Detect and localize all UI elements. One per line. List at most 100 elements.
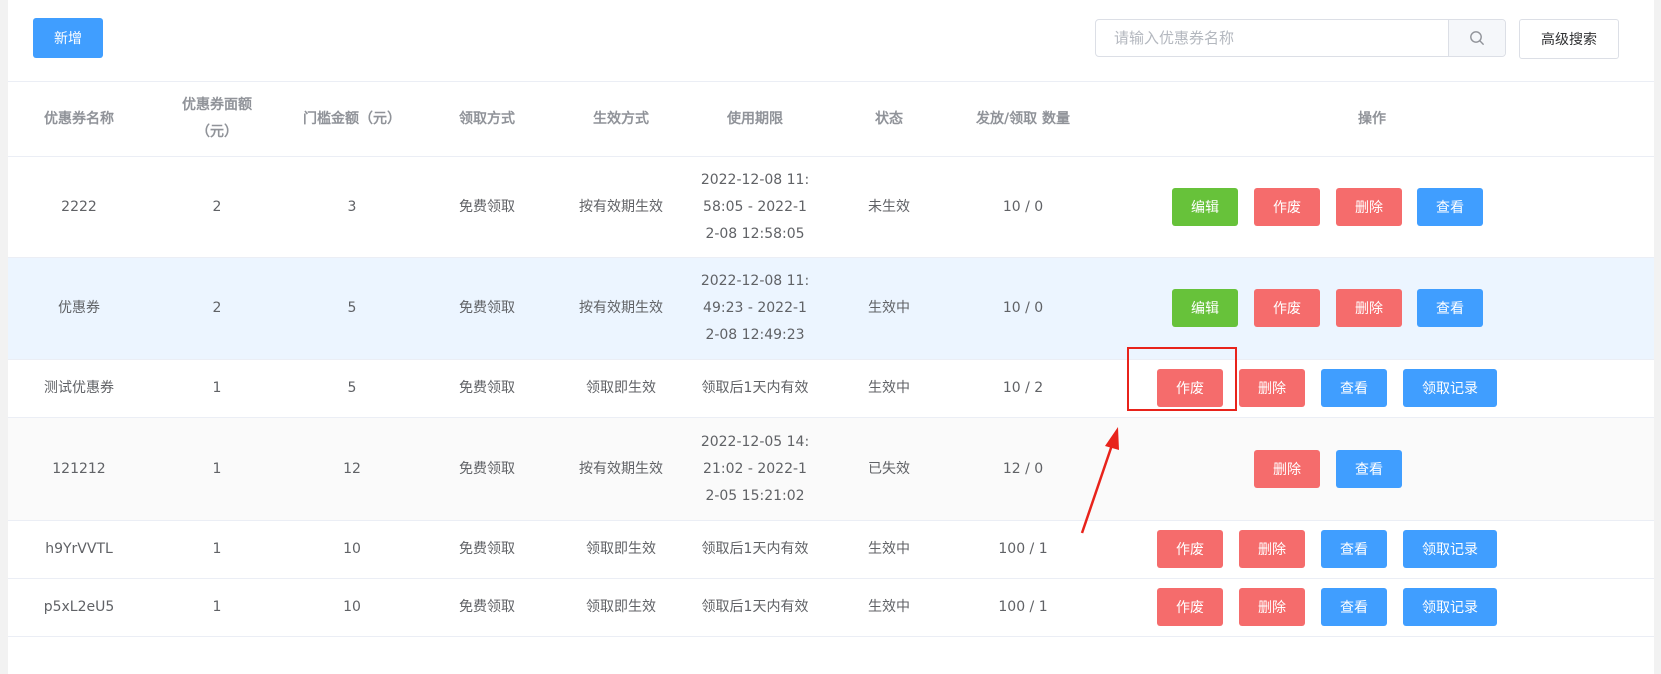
cell-receive-method: 免费领取	[459, 541, 515, 557]
delete-button[interactable]: 删除	[1239, 530, 1305, 568]
table-row: p5xL2eU5 1 10 免费领取 领取即生效 领取后1天内有效 生效中 10…	[8, 579, 1654, 637]
right-scroll-gutter	[1654, 0, 1661, 674]
view-button[interactable]: 查看	[1321, 530, 1387, 568]
table-row: 2222 2 3 免费领取 按有效期生效 2022-12-08 11:58:05…	[8, 157, 1654, 258]
cell-receive-method: 免费领取	[459, 198, 515, 215]
column-header-quantity: 发放/领取 数量	[976, 110, 1070, 127]
view-button[interactable]: 查看	[1321, 588, 1387, 626]
void-button[interactable]: 作废	[1157, 530, 1223, 568]
receive-records-button[interactable]: 领取记录	[1403, 369, 1497, 407]
search-input[interactable]	[1096, 20, 1450, 56]
view-button[interactable]: 查看	[1417, 188, 1483, 226]
cell-effect-method: 领取即生效	[586, 541, 656, 557]
cell-receive-method: 免费领取	[459, 380, 515, 396]
view-button[interactable]: 查看	[1417, 289, 1483, 327]
cell-status: 已失效	[868, 460, 910, 477]
cell-period: 领取后1天内有效	[701, 380, 809, 396]
view-button[interactable]: 查看	[1336, 450, 1402, 488]
cell-effect-method: 领取即生效	[586, 599, 656, 615]
cell-effect-method: 按有效期生效	[579, 198, 663, 215]
table-row: h9YrVVTL 1 10 免费领取 领取即生效 领取后1天内有效 生效中 10…	[8, 521, 1654, 579]
void-button[interactable]: 作废	[1157, 369, 1223, 407]
cell-face-value: 1	[212, 541, 222, 557]
cell-quantity: 100 / 1	[998, 541, 1048, 557]
table-row: 121212 1 12 免费领取 按有效期生效 2022-12-05 14:21…	[8, 418, 1654, 521]
cell-receive-method: 免费领取	[459, 300, 515, 316]
cell-receive-method: 免费领取	[459, 599, 515, 615]
cell-quantity: 100 / 1	[998, 599, 1048, 615]
delete-button[interactable]: 删除	[1254, 450, 1320, 488]
column-header-status: 状态	[875, 110, 903, 127]
column-header-receive-method: 领取方式	[459, 110, 515, 127]
cell-quantity: 10 / 2	[1002, 380, 1044, 396]
receive-records-button[interactable]: 领取记录	[1403, 588, 1497, 626]
cell-threshold: 10	[343, 599, 361, 615]
cell-period: 领取后1天内有效	[701, 599, 809, 615]
cell-receive-method: 免费领取	[459, 460, 515, 477]
cell-effect-method: 按有效期生效	[579, 300, 663, 316]
cell-name: 优惠券	[58, 300, 100, 316]
cell-effect-method: 领取即生效	[586, 380, 656, 396]
column-header-threshold: 门槛金额（元）	[303, 110, 401, 127]
cell-name: h9YrVVTL	[45, 541, 113, 557]
cell-face-value: 2	[212, 300, 222, 316]
add-coupon-button[interactable]: 新增	[33, 18, 103, 58]
cell-quantity: 10 / 0	[1002, 198, 1044, 215]
edit-button[interactable]: 编辑	[1172, 289, 1238, 327]
column-header-effect-method: 生效方式	[593, 110, 649, 127]
cell-threshold: 3	[347, 198, 357, 215]
toolbar: 新增 高级搜索	[8, 0, 1654, 82]
receive-records-button[interactable]: 领取记录	[1403, 530, 1497, 568]
cell-quantity: 12 / 0	[1002, 460, 1044, 477]
cell-period: 2022-12-08 11:58:05 - 2022-12-08 12:58:0…	[700, 171, 810, 242]
column-header-period: 使用期限	[727, 110, 783, 127]
delete-button[interactable]: 删除	[1336, 289, 1402, 327]
column-header-operations: 操作	[1358, 110, 1386, 127]
cell-operations: 删除 查看	[1090, 418, 1654, 520]
cell-threshold: 10	[343, 541, 361, 557]
cell-operations: 作废 删除 查看 领取记录	[1090, 360, 1654, 417]
column-header-face-value: 优惠券面额（元）	[182, 97, 252, 140]
cell-operations: 编辑 作废 删除 查看	[1090, 157, 1654, 257]
cell-name: p5xL2eU5	[43, 599, 115, 615]
void-button[interactable]: 作废	[1254, 289, 1320, 327]
cell-threshold: 5	[347, 380, 357, 396]
cell-operations: 作废 删除 查看 领取记录	[1090, 521, 1654, 578]
cell-name: 测试优惠券	[44, 380, 114, 396]
delete-button[interactable]: 删除	[1336, 188, 1402, 226]
search-button[interactable]	[1448, 20, 1505, 56]
cell-effect-method: 按有效期生效	[579, 460, 663, 477]
cell-status: 生效中	[868, 541, 910, 557]
edit-button[interactable]: 编辑	[1172, 188, 1238, 226]
table-header: 优惠券名称 优惠券面额（元） 门槛金额（元） 领取方式 生效方式 使用期限 状态…	[8, 82, 1654, 157]
view-button[interactable]: 查看	[1321, 369, 1387, 407]
cell-period: 2022-12-08 11:49:23 - 2022-12-08 12:49:2…	[700, 273, 810, 343]
cell-face-value: 1	[212, 599, 222, 615]
search-icon	[1470, 31, 1484, 45]
cell-threshold: 12	[343, 460, 361, 477]
search-box	[1095, 19, 1506, 57]
column-header-name: 优惠券名称	[44, 110, 114, 127]
cell-name: 2222	[61, 198, 97, 215]
cell-face-value: 1	[212, 380, 222, 396]
cell-name: 121212	[52, 460, 106, 477]
cell-period: 2022-12-05 14:21:02 - 2022-12-05 15:21:0…	[700, 433, 810, 504]
cell-status: 生效中	[868, 300, 910, 316]
void-button[interactable]: 作废	[1254, 188, 1320, 226]
cell-threshold: 5	[347, 300, 357, 316]
table-row: 优惠券 2 5 免费领取 按有效期生效 2022-12-08 11:49:23 …	[8, 258, 1654, 360]
cell-period: 领取后1天内有效	[701, 541, 809, 557]
advanced-search-button[interactable]: 高级搜索	[1519, 19, 1619, 59]
cell-face-value: 2	[212, 198, 222, 215]
cell-face-value: 1	[212, 460, 222, 477]
cell-quantity: 10 / 0	[1002, 300, 1044, 316]
cell-status: 生效中	[868, 380, 910, 396]
coupon-list-panel: 新增 高级搜索 优惠券名称 优惠券面额（元） 门槛金额（元） 领取方式 生效方式…	[8, 0, 1654, 674]
cell-operations: 作废 删除 查看 领取记录	[1090, 579, 1654, 636]
cell-operations: 编辑 作废 删除 查看	[1090, 258, 1654, 359]
delete-button[interactable]: 删除	[1239, 369, 1305, 407]
delete-button[interactable]: 删除	[1239, 588, 1305, 626]
void-button[interactable]: 作废	[1157, 588, 1223, 626]
cell-status: 生效中	[868, 599, 910, 615]
table-row: 测试优惠券 1 5 免费领取 领取即生效 领取后1天内有效 生效中 10 / 2…	[8, 360, 1654, 418]
